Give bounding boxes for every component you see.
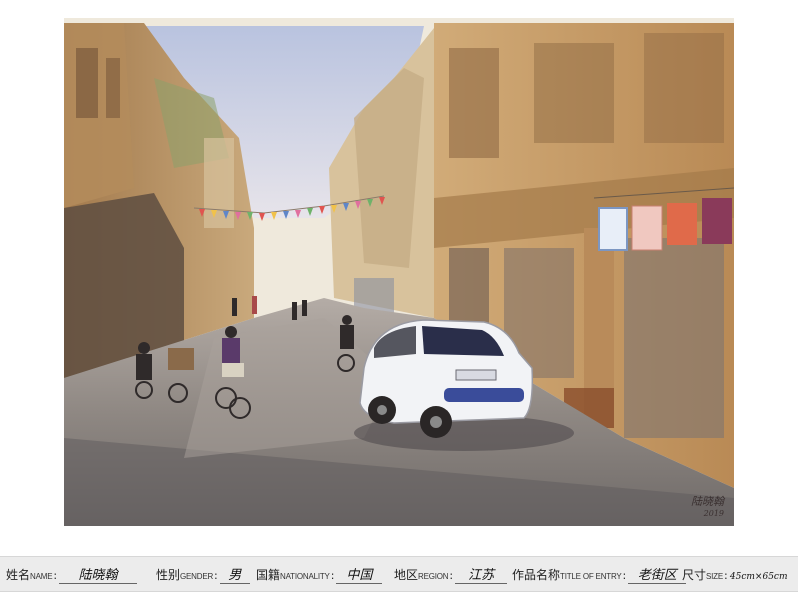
artist-signature: 陆晓翰 2019 — [691, 495, 724, 518]
name-field: 姓名 NAME : 陆晓翰 — [6, 566, 138, 584]
gender-field: 性别 GENDER : 男 — [156, 566, 250, 584]
nationality-field: 国籍 NATIONALITY : 中国 — [256, 566, 383, 584]
size-field: 尺寸 SIZE : 45cm×65cm — [682, 566, 788, 585]
size-value: 45cm×65cm — [729, 572, 788, 582]
gender-value: 男 — [219, 568, 250, 584]
painting-frame: 陆晓翰 2019 — [64, 18, 734, 526]
nationality-value: 中国 — [336, 568, 383, 584]
title-field: 作品名称 TITLE OF ENTRY : 老街区 — [512, 566, 687, 584]
name-value: 陆晓翰 — [59, 568, 138, 584]
region-field: 地区 REGION : 江苏 — [394, 566, 508, 584]
entry-caption-bar: 姓名 NAME : 陆晓翰 性别 GENDER : 男 国籍 NATIONALI… — [0, 556, 798, 592]
title-value: 老街区 — [628, 568, 687, 584]
watercolor-painting — [64, 18, 734, 526]
region-value: 江苏 — [455, 568, 508, 584]
